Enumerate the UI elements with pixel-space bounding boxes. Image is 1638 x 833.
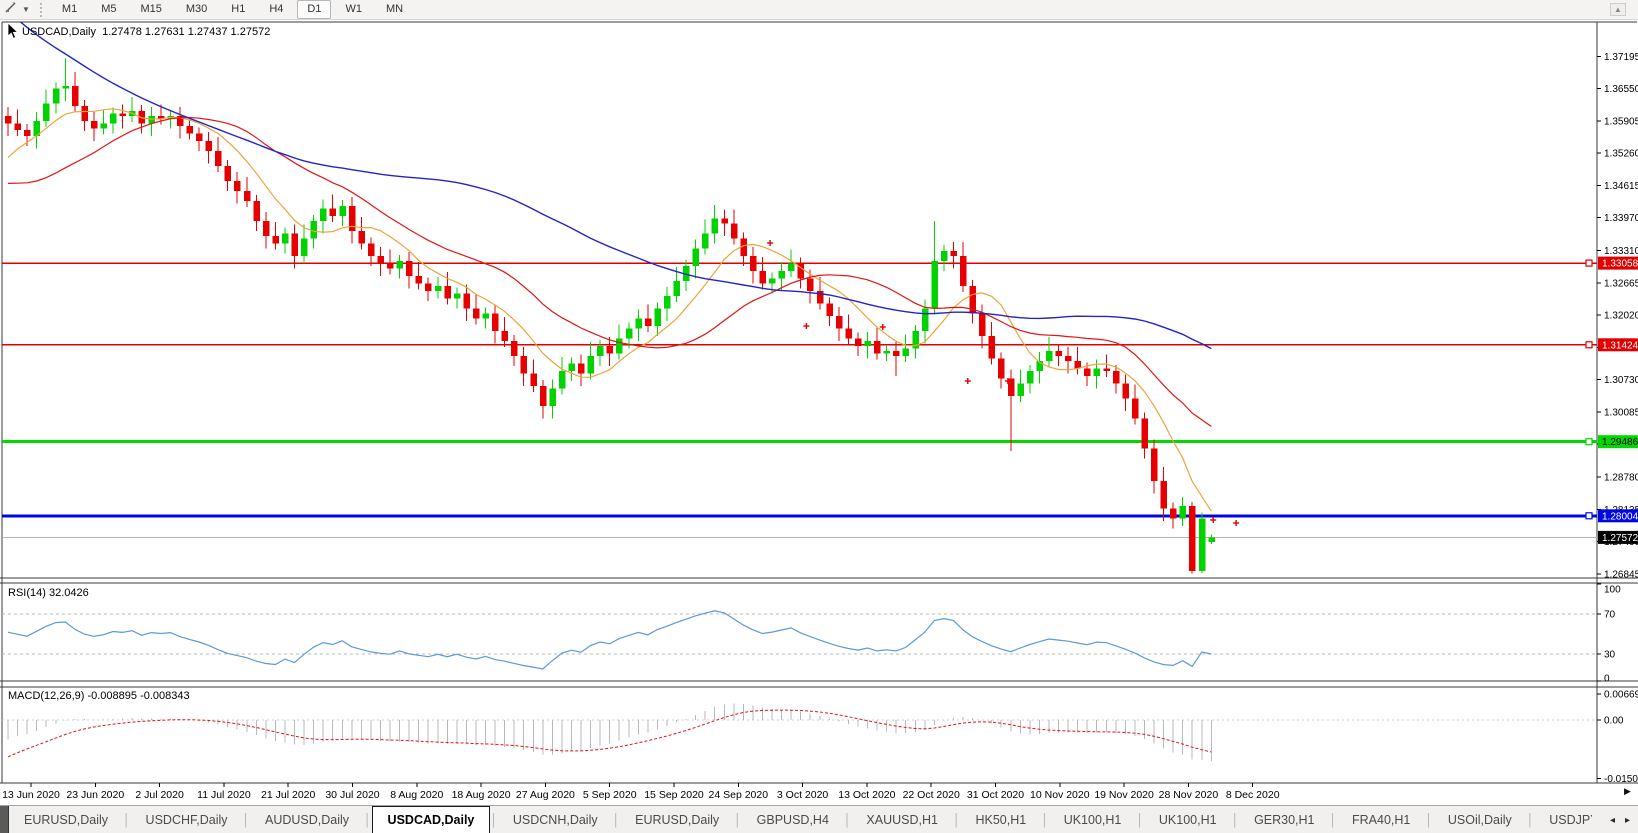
tab-usdchf-daily[interactable]: USDCHF,Daily: [131, 806, 243, 833]
svg-text:1.32020: 1.32020: [1604, 311, 1638, 322]
svg-text:13 Oct 2020: 13 Oct 2020: [838, 789, 895, 801]
tab-hk50-h1[interactable]: HK50,H1: [960, 806, 1041, 833]
svg-text:30: 30: [1604, 650, 1616, 661]
tab-separator: │: [953, 806, 961, 833]
tab-separator: │: [364, 806, 372, 833]
tab-scroll-arrows: ◂ ▸: [1592, 806, 1638, 833]
svg-text:1.28780: 1.28780: [1604, 473, 1638, 484]
chart-tabs-bar: EURUSD,Daily│USDCHF,Daily│AUDUSD,Daily│U…: [0, 805, 1638, 833]
svg-text:0: 0: [1604, 674, 1610, 685]
svg-text:24 Sep 2020: 24 Sep 2020: [709, 789, 769, 801]
tab-separator: │: [844, 806, 852, 833]
chart-symbol-period: USDCAD,Daily: [22, 26, 96, 38]
macd-indicator-label: MACD(12,26,9) -0.008895 -0.008343: [8, 690, 190, 702]
tab-separator: │: [123, 806, 131, 833]
partial-tab-sliver[interactable]: [0, 806, 9, 833]
svg-text:1.30730: 1.30730: [1604, 375, 1638, 386]
tab-gbpusd-h4[interactable]: GBPUSD,H4: [742, 806, 844, 833]
svg-text:1.35905: 1.35905: [1604, 116, 1638, 127]
svg-text:8 Dec 2020: 8 Dec 2020: [1226, 789, 1280, 801]
svg-text:1.34615: 1.34615: [1604, 181, 1638, 192]
svg-text:1.28004: 1.28004: [1602, 511, 1638, 522]
svg-text:1.32665: 1.32665: [1604, 278, 1638, 289]
svg-text:15 Sep 2020: 15 Sep 2020: [644, 789, 704, 801]
tab-usdcnh-daily[interactable]: USDCNH,Daily: [498, 806, 613, 833]
svg-text:0.006692: 0.006692: [1604, 690, 1638, 701]
svg-text:21 Jul 2020: 21 Jul 2020: [261, 789, 315, 801]
svg-text:8 Aug 2020: 8 Aug 2020: [390, 789, 443, 801]
rsi-indicator-label: RSI(14) 32.0426: [8, 587, 89, 599]
svg-text:1.36550: 1.36550: [1604, 84, 1638, 95]
tab-eurusd-daily[interactable]: EURUSD,Daily: [620, 806, 734, 833]
mouse-cursor-icon: [7, 23, 20, 45]
tab-fra40-h1[interactable]: FRA40,H1: [1337, 806, 1425, 833]
svg-text:70: 70: [1604, 610, 1616, 621]
tab-separator: │: [1232, 806, 1240, 833]
tab-uk100-h1[interactable]: UK100,H1: [1049, 806, 1137, 833]
tab-xauusd-h1[interactable]: XAUUSD,H1: [851, 806, 953, 833]
svg-text:18 Aug 2020: 18 Aug 2020: [452, 789, 511, 801]
svg-text:27 Aug 2020: 27 Aug 2020: [516, 789, 575, 801]
tab-separator: │: [1136, 806, 1144, 833]
tab-separator: │: [734, 806, 742, 833]
svg-text:19 Nov 2020: 19 Nov 2020: [1094, 789, 1154, 801]
svg-text:13 Jun 2020: 13 Jun 2020: [2, 789, 60, 801]
svg-text:28 Nov 2020: 28 Nov 2020: [1159, 789, 1219, 801]
svg-text:5 Sep 2020: 5 Sep 2020: [583, 789, 637, 801]
chart-title: USDCAD,Daily 1.27478 1.27631 1.27437 1.2…: [22, 26, 270, 38]
tab-usdcad-daily[interactable]: USDCAD,Daily: [372, 806, 491, 833]
tab-ger30-h1[interactable]: GER30,H1: [1239, 806, 1329, 833]
svg-text:1.26845: 1.26845: [1604, 569, 1638, 580]
svg-text:0.00: 0.00: [1604, 716, 1624, 727]
svg-text:2 Jul 2020: 2 Jul 2020: [135, 789, 184, 801]
mt4-window: ▼ M1M5M15M30H1H4D1W1MN ▲ 1.371951.365501…: [0, 0, 1638, 833]
svg-text:30 Jul 2020: 30 Jul 2020: [325, 789, 379, 801]
svg-text:3 Oct 2020: 3 Oct 2020: [777, 789, 829, 801]
svg-text:1.29486: 1.29486: [1602, 437, 1638, 448]
scroll-to-end-arrow[interactable]: ▶: [1624, 786, 1631, 797]
svg-text:23 Jun 2020: 23 Jun 2020: [66, 789, 124, 801]
svg-text:1.35260: 1.35260: [1604, 149, 1638, 160]
chart-ohlc-values: 1.27478 1.27631 1.27437 1.27572: [102, 26, 270, 38]
tab-scroll-right-icon[interactable]: ▸: [1625, 815, 1630, 826]
svg-text:1.30085: 1.30085: [1604, 407, 1638, 418]
svg-text:10 Nov 2020: 10 Nov 2020: [1030, 789, 1090, 801]
svg-text:1.33310: 1.33310: [1604, 246, 1638, 257]
svg-text:-0.015075: -0.015075: [1604, 774, 1638, 785]
svg-text:1.33970: 1.33970: [1604, 213, 1638, 224]
svg-text:31 Oct 2020: 31 Oct 2020: [967, 789, 1024, 801]
tab-separator: │: [1330, 806, 1338, 833]
svg-text:1.37195: 1.37195: [1604, 52, 1638, 63]
svg-text:1.31424: 1.31424: [1602, 340, 1638, 351]
tab-usoil-daily[interactable]: USOil,Daily: [1433, 806, 1527, 833]
svg-text:22 Oct 2020: 22 Oct 2020: [903, 789, 960, 801]
tab-eurusd-daily[interactable]: EURUSD,Daily: [9, 806, 123, 833]
tab-separator: │: [613, 806, 621, 833]
tab-uk100-h1[interactable]: UK100,H1: [1144, 806, 1232, 833]
svg-text:11 Jul 2020: 11 Jul 2020: [197, 789, 251, 801]
tab-separator: │: [1527, 806, 1535, 833]
tab-separator: │: [1425, 806, 1433, 833]
tab-audusd-daily[interactable]: AUDUSD,Daily: [250, 806, 364, 833]
svg-text:1.33058: 1.33058: [1602, 259, 1638, 270]
tab-separator: │: [490, 806, 498, 833]
tab-separator: │: [1041, 806, 1049, 833]
price-chart[interactable]: 1.37195 1.36550 1.35905 1.35260 1.34615 1.339…: [0, 0, 1638, 805]
svg-text:1.27572: 1.27572: [1602, 533, 1638, 544]
tab-separator: │: [243, 806, 251, 833]
tab-scroll-left-icon[interactable]: ◂: [1610, 815, 1615, 826]
svg-text:100: 100: [1604, 585, 1621, 596]
